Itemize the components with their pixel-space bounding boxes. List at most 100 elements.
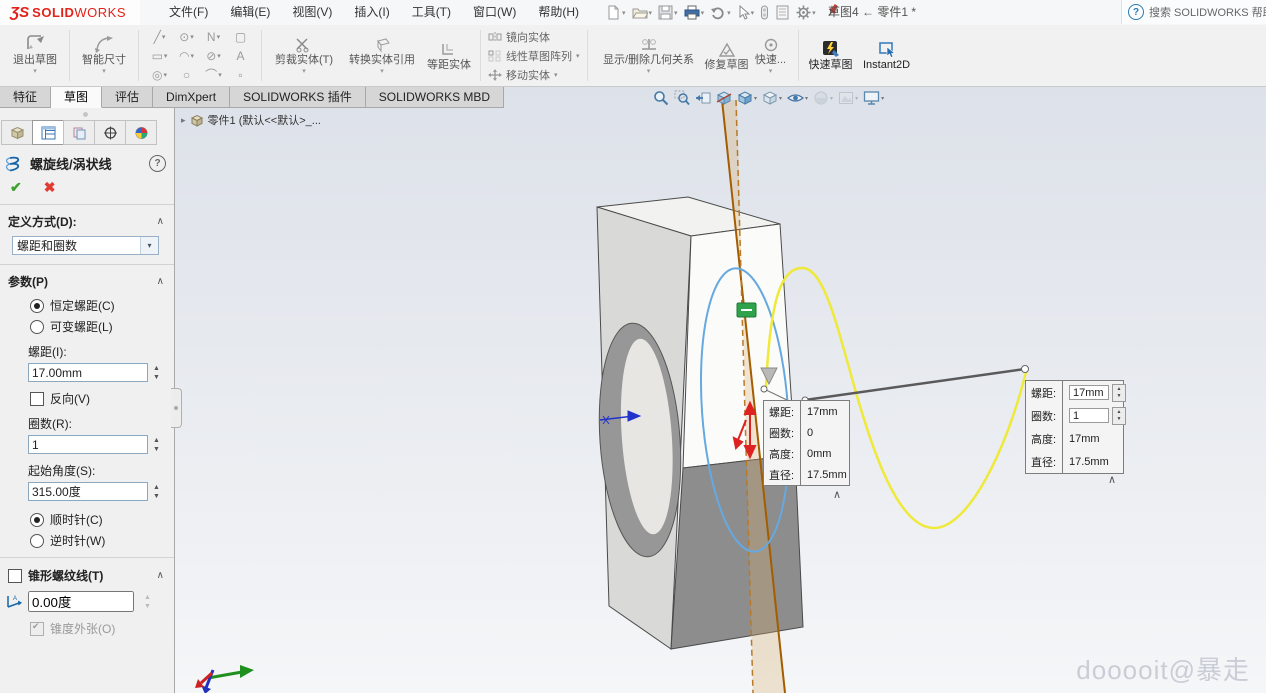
cancel-button[interactable] bbox=[44, 179, 56, 196]
instant2d-button[interactable]: Instant2D bbox=[856, 40, 918, 72]
menu-item-file[interactable]: 文件(F) bbox=[158, 0, 219, 25]
circle-tool-icon[interactable]: ⊙ bbox=[179, 30, 194, 44]
slot-tool-icon[interactable]: ◎ bbox=[152, 68, 167, 82]
collapse-icon[interactable] bbox=[157, 570, 164, 581]
menu-item-help[interactable]: 帮助(H) bbox=[527, 0, 590, 25]
previous-view-icon[interactable] bbox=[694, 90, 712, 106]
pitch-spinner[interactable] bbox=[153, 365, 160, 381]
spinner-icon[interactable] bbox=[1112, 384, 1126, 402]
file-properties-icon[interactable] bbox=[773, 4, 792, 21]
line-tool-icon[interactable]: ╱ bbox=[154, 30, 166, 44]
offset-entities-button[interactable]: 等距实体 bbox=[425, 40, 473, 72]
definition-section-header[interactable]: 定义方式(D): bbox=[0, 206, 174, 233]
menu-item-insert[interactable]: 插入(I) bbox=[343, 0, 400, 25]
tab-features[interactable]: 特征 bbox=[0, 87, 51, 108]
revolutions-input[interactable] bbox=[28, 435, 148, 454]
rapid-sketch-button[interactable]: 快速草图 bbox=[806, 40, 856, 72]
zoom-to-fit-icon[interactable] bbox=[652, 90, 670, 106]
start-angle-spinner[interactable] bbox=[153, 484, 160, 500]
arc-tool-icon[interactable]: ◠ bbox=[179, 49, 194, 63]
start-angle-input[interactable] bbox=[28, 482, 148, 501]
convert-entities-button[interactable]: 转换实体引用 bbox=[339, 35, 425, 76]
constant-pitch-radio[interactable]: 恒定螺距(C) bbox=[30, 297, 174, 314]
tree-expand-icon[interactable] bbox=[181, 115, 186, 126]
undo-icon[interactable] bbox=[708, 4, 733, 21]
hide-show-items-icon[interactable] bbox=[786, 90, 809, 106]
tab-dimxpert[interactable]: DimXpert bbox=[153, 87, 230, 108]
rectangle-tool-icon[interactable]: ▭ bbox=[152, 49, 168, 63]
radio-icon[interactable] bbox=[30, 513, 44, 527]
flyout-feature-tree[interactable]: 零件1 (默认<<默认>_... bbox=[181, 112, 321, 128]
trim-entities-button[interactable]: 剪裁实体(T) bbox=[269, 35, 339, 76]
smart-dimension-button[interactable]: 智能尺寸 bbox=[77, 35, 131, 76]
options-gear-icon[interactable] bbox=[794, 4, 818, 21]
polygon-tool-icon[interactable]: ○ bbox=[183, 68, 190, 82]
tab-evaluate[interactable]: 评估 bbox=[102, 87, 153, 108]
checkbox-icon[interactable] bbox=[30, 392, 44, 406]
panel-collapse-handle[interactable] bbox=[171, 388, 182, 428]
menu-item-window[interactable]: 窗口(W) bbox=[462, 0, 527, 25]
spinner-icon[interactable] bbox=[1112, 407, 1126, 425]
display-style-icon[interactable] bbox=[761, 90, 783, 106]
menu-item-view[interactable]: 视图(V) bbox=[281, 0, 343, 25]
linear-sketch-pattern-button[interactable]: 线性草图阵列 bbox=[488, 48, 580, 64]
spline-tool-icon[interactable]: N bbox=[207, 30, 220, 44]
mirror-entities-button[interactable]: 镜向实体 bbox=[488, 29, 580, 45]
move-entities-button[interactable]: 移动实体 bbox=[488, 67, 580, 83]
pitch-input[interactable] bbox=[28, 363, 148, 382]
quick-snaps-button[interactable]: 快速... bbox=[751, 35, 791, 76]
tab-displaymanager[interactable] bbox=[125, 120, 157, 145]
ellipse-tool-icon[interactable]: ⊘ bbox=[206, 49, 221, 63]
taper-angle-input[interactable] bbox=[28, 591, 134, 612]
point-tool-icon[interactable]: ▫ bbox=[238, 68, 242, 82]
revolutions-spinner[interactable] bbox=[153, 437, 160, 453]
helix-end-callout[interactable]: 螺距: 17mm 圈数: 1 高度: 17mm 直径: 17.5mm bbox=[1025, 380, 1124, 474]
apply-scene-icon[interactable] bbox=[837, 90, 859, 106]
variable-pitch-radio[interactable]: 可变螺距(L) bbox=[30, 318, 174, 335]
plane-tool-icon[interactable]: ▢ bbox=[235, 30, 246, 44]
taper-helix-section-header[interactable]: 锥形螺纹线(T) bbox=[0, 559, 174, 587]
radio-icon[interactable] bbox=[30, 320, 44, 334]
edit-appearance-icon[interactable] bbox=[812, 90, 834, 106]
tab-featuremanager-tree[interactable] bbox=[1, 120, 33, 145]
tree-root-label[interactable]: 零件1 (默认<<默认>_... bbox=[208, 112, 321, 128]
text-tool-icon[interactable]: A bbox=[236, 49, 244, 63]
menu-item-edit[interactable]: 编辑(E) bbox=[219, 0, 281, 25]
taper-checkbox-icon[interactable] bbox=[8, 569, 22, 583]
reverse-checkbox[interactable]: 反向(V) bbox=[30, 390, 174, 407]
ok-button[interactable] bbox=[10, 179, 22, 196]
open-icon[interactable] bbox=[630, 4, 655, 21]
clockwise-radio[interactable]: 顺时针(C) bbox=[30, 511, 174, 528]
callout-collapse-icon[interactable] bbox=[833, 488, 841, 501]
print-icon[interactable] bbox=[682, 4, 707, 21]
search-box[interactable]: 搜索 SOLIDWORKS 帮助 bbox=[1121, 0, 1266, 24]
callout-revolutions-input[interactable]: 1 bbox=[1069, 408, 1109, 423]
definition-dropdown[interactable]: 螺距和圈数 bbox=[12, 236, 159, 255]
callout-collapse-icon[interactable] bbox=[1108, 473, 1116, 486]
counterclockwise-radio[interactable]: 逆时针(W) bbox=[30, 532, 174, 549]
new-icon[interactable] bbox=[604, 4, 628, 21]
tab-sketch[interactable]: 草图 bbox=[51, 87, 102, 108]
tab-solidworks-mbd[interactable]: SOLIDWORKS MBD bbox=[366, 87, 504, 108]
repair-sketch-button[interactable]: 修复草图 bbox=[703, 40, 751, 72]
tab-propertymanager[interactable] bbox=[32, 120, 64, 145]
helix-start-callout[interactable]: 螺距: 17mm 圈数: 0 高度: 0mm 直径: 17.5mm bbox=[763, 400, 850, 486]
tab-solidworks-addins[interactable]: SOLIDWORKS 插件 bbox=[230, 87, 366, 108]
collapse-icon[interactable] bbox=[157, 216, 164, 227]
select-icon[interactable] bbox=[735, 4, 757, 21]
section-view-icon[interactable] bbox=[715, 90, 733, 106]
help-icon[interactable] bbox=[1128, 4, 1144, 20]
display-delete-relations-button[interactable]: 显示/删除几何关系 bbox=[595, 35, 703, 76]
tab-dimxpertmanager[interactable] bbox=[94, 120, 126, 145]
panel-grip-dot[interactable] bbox=[83, 112, 88, 117]
view-orientation-icon[interactable] bbox=[736, 90, 758, 106]
save-icon[interactable] bbox=[656, 4, 680, 21]
radio-icon[interactable] bbox=[30, 299, 44, 313]
pm-help-icon[interactable] bbox=[149, 155, 166, 172]
chevron-down-icon[interactable] bbox=[140, 237, 158, 254]
radio-icon[interactable] bbox=[30, 534, 44, 548]
view-settings-icon[interactable] bbox=[862, 90, 885, 106]
menu-item-tools[interactable]: 工具(T) bbox=[401, 0, 462, 25]
zoom-to-area-icon[interactable] bbox=[673, 90, 691, 106]
tab-configurationmanager[interactable] bbox=[63, 120, 95, 145]
